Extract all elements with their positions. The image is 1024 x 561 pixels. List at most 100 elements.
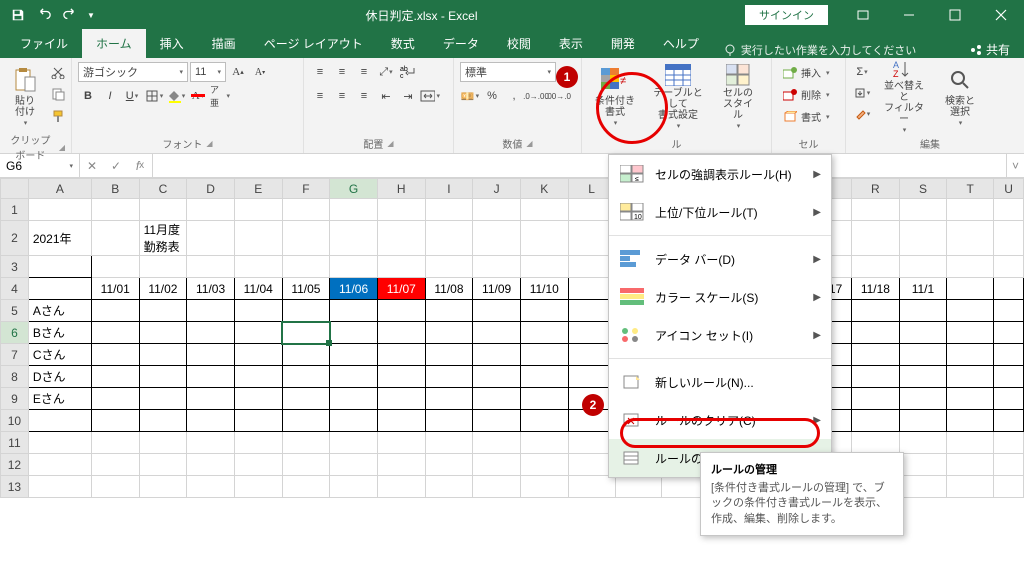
cell[interactable]: 11/18: [852, 278, 900, 300]
cell[interactable]: [91, 344, 139, 366]
cell[interactable]: [994, 410, 1024, 432]
close-button[interactable]: [978, 0, 1024, 30]
cell[interactable]: [91, 454, 139, 476]
cell[interactable]: [994, 388, 1024, 410]
clear-icon[interactable]: ▾: [852, 104, 872, 124]
cell[interactable]: 11/03: [187, 278, 235, 300]
cell[interactable]: [568, 476, 615, 498]
tab-draw[interactable]: 描画: [198, 29, 250, 58]
decrease-font-icon[interactable]: A▾: [250, 62, 270, 82]
cell[interactable]: [330, 344, 378, 366]
cell[interactable]: Dさん: [28, 366, 91, 388]
find-select-button[interactable]: 検索と 選択▾: [936, 62, 984, 132]
conditional-formatting-button[interactable]: ≠ 条件付き 書式▾: [588, 62, 642, 132]
cell[interactable]: [187, 221, 235, 256]
cell[interactable]: [520, 199, 568, 221]
row-header[interactable]: 11: [1, 432, 29, 454]
cell[interactable]: [234, 388, 282, 410]
autosum-icon[interactable]: Σ▾: [852, 62, 872, 82]
cell[interactable]: [139, 432, 187, 454]
cell[interactable]: [91, 256, 139, 278]
cell[interactable]: [852, 344, 900, 366]
insert-function-icon[interactable]: fx: [128, 159, 152, 173]
cell[interactable]: [282, 388, 330, 410]
cell[interactable]: [139, 366, 187, 388]
cell[interactable]: [425, 476, 473, 498]
cf-top-bottom-rules[interactable]: 10 上位/下位ルール(T)▶: [609, 193, 831, 231]
orientation-icon[interactable]: ⤢▾: [376, 62, 396, 82]
cell[interactable]: [139, 410, 187, 432]
tab-data[interactable]: データ: [429, 29, 493, 58]
cell[interactable]: [234, 454, 282, 476]
cell[interactable]: [377, 199, 425, 221]
cell[interactable]: [899, 256, 946, 278]
cell[interactable]: [473, 432, 521, 454]
cf-clear-rules[interactable]: ルールのクリア(C)▶: [609, 401, 831, 439]
cell[interactable]: [994, 300, 1024, 322]
cell[interactable]: [282, 410, 330, 432]
cell[interactable]: [899, 322, 946, 344]
cell[interactable]: [899, 476, 946, 498]
cell[interactable]: [139, 388, 187, 410]
cell[interactable]: Eさん: [28, 388, 91, 410]
cell[interactable]: [994, 344, 1024, 366]
enter-formula-icon[interactable]: ✓: [104, 159, 128, 173]
cell[interactable]: [377, 454, 425, 476]
cell[interactable]: [187, 454, 235, 476]
cell[interactable]: [377, 388, 425, 410]
cell[interactable]: [899, 454, 946, 476]
cell[interactable]: [852, 300, 900, 322]
cell[interactable]: [947, 454, 994, 476]
cell[interactable]: [994, 199, 1024, 221]
cell[interactable]: [330, 300, 378, 322]
percent-format-icon[interactable]: %: [482, 86, 502, 106]
cell[interactable]: [330, 454, 378, 476]
cell[interactable]: 11/02: [139, 278, 187, 300]
cell[interactable]: [899, 344, 946, 366]
cell[interactable]: [947, 432, 994, 454]
bold-button[interactable]: B: [78, 86, 98, 106]
cell[interactable]: [282, 344, 330, 366]
cell[interactable]: [28, 199, 91, 221]
cell[interactable]: [994, 476, 1024, 498]
cell[interactable]: [852, 366, 900, 388]
sign-in-button[interactable]: サインイン: [745, 5, 828, 25]
align-right-icon[interactable]: ≡: [354, 86, 374, 106]
cell[interactable]: 11/09: [473, 278, 521, 300]
cell[interactable]: [139, 476, 187, 498]
cell[interactable]: [947, 256, 994, 278]
row-header[interactable]: 9: [1, 388, 29, 410]
wrap-text-icon[interactable]: abc: [398, 62, 418, 82]
col-header[interactable]: E: [234, 179, 282, 199]
cell-styles-button[interactable]: セルの スタイル▾: [714, 62, 762, 132]
underline-button[interactable]: U▾: [122, 86, 142, 106]
cell[interactable]: [520, 366, 568, 388]
cell[interactable]: [473, 410, 521, 432]
cell[interactable]: [473, 322, 521, 344]
cell[interactable]: [852, 256, 900, 278]
row-header[interactable]: 5: [1, 300, 29, 322]
cf-color-scales[interactable]: カラー スケール(S)▶: [609, 278, 831, 316]
cell[interactable]: [234, 256, 282, 278]
tab-developer[interactable]: 開発: [597, 29, 649, 58]
cell[interactable]: [473, 388, 521, 410]
cell[interactable]: [282, 199, 330, 221]
cell[interactable]: [520, 454, 568, 476]
row-header[interactable]: 10: [1, 410, 29, 432]
cell[interactable]: [947, 476, 994, 498]
cell[interactable]: [377, 322, 425, 344]
tab-pagelayout[interactable]: ページ レイアウト: [250, 29, 377, 58]
cell[interactable]: 11/06: [330, 278, 378, 300]
col-header[interactable]: U: [994, 179, 1024, 199]
col-header[interactable]: S: [899, 179, 946, 199]
cell[interactable]: [234, 476, 282, 498]
sort-filter-button[interactable]: AZ 並べ替えと フィルター▾: [876, 62, 932, 132]
cell[interactable]: [187, 432, 235, 454]
comma-format-icon[interactable]: ,: [504, 86, 524, 106]
cell[interactable]: [947, 278, 994, 300]
cell[interactable]: [852, 410, 900, 432]
row-header[interactable]: 3: [1, 256, 29, 278]
row-header[interactable]: 4: [1, 278, 29, 300]
cell[interactable]: [330, 256, 378, 278]
decrease-decimal-icon[interactable]: .00→.0: [548, 86, 568, 106]
